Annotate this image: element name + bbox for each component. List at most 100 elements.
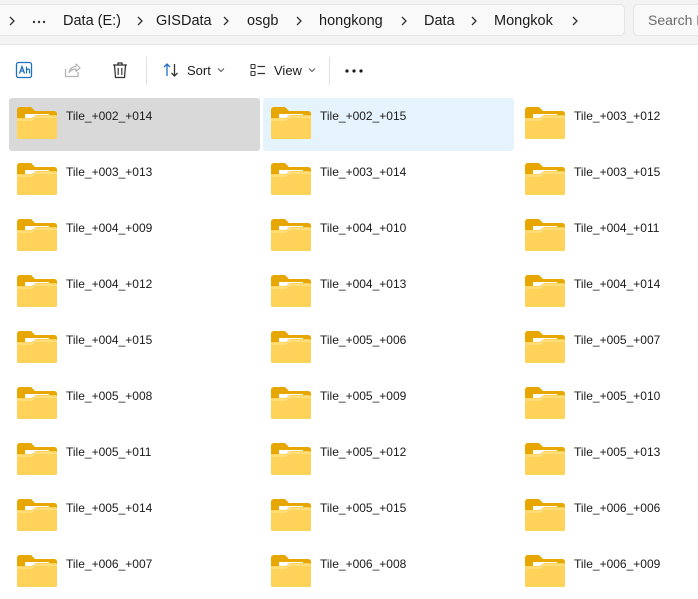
share-button[interactable] bbox=[62, 58, 82, 82]
folder-icon bbox=[16, 442, 58, 481]
chevron-down-icon bbox=[217, 66, 225, 74]
folder-item[interactable]: Tile_+005_+007 bbox=[517, 322, 698, 375]
folder-item[interactable]: Tile_+006_+008 bbox=[263, 546, 514, 599]
folder-item[interactable]: Tile_+004_+013 bbox=[263, 266, 514, 319]
folder-item[interactable]: Tile_+006_+009 bbox=[517, 546, 698, 599]
folder-name: Tile_+005_+013 bbox=[574, 445, 661, 459]
chevron-right-icon[interactable] bbox=[295, 5, 303, 37]
breadcrumb-hongkong[interactable]: hongkong bbox=[319, 5, 383, 37]
folder-name: Tile_+003_+014 bbox=[320, 165, 407, 179]
folder-name: Tile_+006_+007 bbox=[66, 557, 153, 571]
delete-button[interactable] bbox=[110, 58, 130, 82]
folder-item[interactable]: Tile_+006_+006 bbox=[517, 490, 698, 543]
folder-icon bbox=[524, 162, 566, 201]
chevron-right-icon[interactable] bbox=[8, 5, 16, 37]
folder-icon bbox=[270, 554, 312, 593]
breadcrumb-gisdata[interactable]: GISData bbox=[156, 5, 212, 37]
folder-item[interactable]: Tile_+003_+012 bbox=[517, 98, 698, 151]
folder-item[interactable]: Tile_+004_+014 bbox=[517, 266, 698, 319]
share-icon bbox=[62, 60, 82, 80]
view-button[interactable]: View bbox=[249, 58, 316, 82]
folder-item[interactable]: Tile_+005_+006 bbox=[263, 322, 514, 375]
folder-name: Tile_+005_+014 bbox=[66, 501, 153, 515]
view-label: View bbox=[274, 62, 302, 78]
folder-item[interactable]: Tile_+004_+015 bbox=[9, 322, 260, 375]
folder-name: Tile_+005_+011 bbox=[66, 445, 152, 459]
ai-translate-button[interactable] bbox=[14, 58, 34, 82]
more-crumbs-icon[interactable] bbox=[32, 5, 46, 37]
folder-name: Tile_+005_+010 bbox=[574, 389, 661, 403]
folder-item[interactable]: Tile_+005_+015 bbox=[263, 490, 514, 543]
folder-icon bbox=[16, 554, 58, 593]
folder-name: Tile_+004_+009 bbox=[66, 221, 153, 235]
folder-item[interactable]: Tile_+005_+008 bbox=[9, 378, 260, 431]
folder-name: Tile_+005_+007 bbox=[574, 333, 661, 347]
folder-item[interactable]: Tile_+005_+009 bbox=[263, 378, 514, 431]
chevron-right-icon[interactable] bbox=[470, 5, 478, 37]
breadcrumb-osgb[interactable]: osgb bbox=[247, 5, 278, 37]
folder-item[interactable]: Tile_+003_+013 bbox=[9, 154, 260, 207]
folder-name: Tile_+005_+009 bbox=[320, 389, 407, 403]
delete-icon bbox=[110, 60, 130, 80]
folder-item[interactable]: Tile_+006_+007 bbox=[9, 546, 260, 599]
folder-name: Tile_+004_+015 bbox=[66, 333, 153, 347]
folder-icon bbox=[270, 162, 312, 201]
breadcrumb[interactable]: Data (E:) GISData osgb hongkong Data Mon… bbox=[0, 4, 625, 36]
folder-item[interactable]: Tile_+005_+011 bbox=[9, 434, 260, 487]
view-icon bbox=[249, 61, 267, 79]
chevron-right-icon[interactable] bbox=[222, 5, 230, 37]
folder-icon bbox=[16, 386, 58, 425]
folder-icon bbox=[270, 330, 312, 369]
folder-name: Tile_+005_+012 bbox=[320, 445, 407, 459]
folder-icon bbox=[270, 218, 312, 257]
folder-icon bbox=[16, 274, 58, 313]
more-options-button[interactable] bbox=[344, 58, 364, 82]
folder-item[interactable]: Tile_+005_+013 bbox=[517, 434, 698, 487]
folder-icon bbox=[524, 554, 566, 593]
command-bar: Sort View bbox=[0, 45, 698, 95]
folder-item[interactable]: Tile_+005_+010 bbox=[517, 378, 698, 431]
folder-icon bbox=[524, 498, 566, 537]
folder-item[interactable]: Tile_+003_+015 bbox=[517, 154, 698, 207]
folder-name: Tile_+002_+014 bbox=[66, 109, 153, 123]
breadcrumb-data-drive[interactable]: Data (E:) bbox=[63, 5, 121, 37]
folder-name: Tile_+005_+008 bbox=[66, 389, 153, 403]
folder-item[interactable]: Tile_+002_+014 bbox=[9, 98, 260, 151]
chevron-right-icon[interactable] bbox=[400, 5, 408, 37]
folder-icon bbox=[524, 274, 566, 313]
more-dots-icon bbox=[344, 60, 364, 80]
folder-name: Tile_+003_+015 bbox=[574, 165, 661, 179]
folder-name: Tile_+004_+012 bbox=[66, 277, 153, 291]
folder-name: Tile_+004_+013 bbox=[320, 277, 407, 291]
folder-name: Tile_+004_+011 bbox=[574, 221, 660, 235]
folder-name: Tile_+006_+009 bbox=[574, 557, 661, 571]
folder-item[interactable]: Tile_+004_+011 bbox=[517, 210, 698, 263]
sort-button[interactable]: Sort bbox=[162, 58, 225, 82]
folder-icon bbox=[270, 386, 312, 425]
folder-item[interactable]: Tile_+005_+014 bbox=[9, 490, 260, 543]
folder-item[interactable]: Tile_+005_+012 bbox=[263, 434, 514, 487]
folder-name: Tile_+002_+015 bbox=[320, 109, 407, 123]
folder-name: Tile_+003_+012 bbox=[574, 109, 661, 123]
folder-icon bbox=[524, 218, 566, 257]
folder-icon bbox=[270, 498, 312, 537]
folder-name: Tile_+005_+006 bbox=[320, 333, 407, 347]
chevron-right-icon[interactable] bbox=[136, 5, 144, 37]
breadcrumb-data[interactable]: Data bbox=[424, 5, 455, 37]
breadcrumb-mongkok[interactable]: Mongkok bbox=[494, 5, 553, 37]
folder-item[interactable]: Tile_+004_+010 bbox=[263, 210, 514, 263]
folder-item[interactable]: Tile_+004_+012 bbox=[9, 266, 260, 319]
file-grid: Tile_+002_+014 Tile_+002_+015 Tile_+003_+0… bbox=[0, 97, 698, 587]
folder-icon bbox=[270, 106, 312, 145]
folder-item[interactable]: Tile_+004_+009 bbox=[9, 210, 260, 263]
folder-icon bbox=[524, 106, 566, 145]
folder-name: Tile_+003_+013 bbox=[66, 165, 153, 179]
folder-item[interactable]: Tile_+003_+014 bbox=[263, 154, 514, 207]
folder-name: Tile_+004_+014 bbox=[574, 277, 661, 291]
folder-icon bbox=[270, 274, 312, 313]
folder-icon bbox=[16, 218, 58, 257]
folder-item[interactable]: Tile_+002_+015 bbox=[263, 98, 514, 151]
search-input[interactable]: Search Mongkok bbox=[633, 4, 698, 36]
chevron-right-icon[interactable] bbox=[571, 5, 579, 37]
folder-name: Tile_+006_+006 bbox=[574, 501, 661, 515]
